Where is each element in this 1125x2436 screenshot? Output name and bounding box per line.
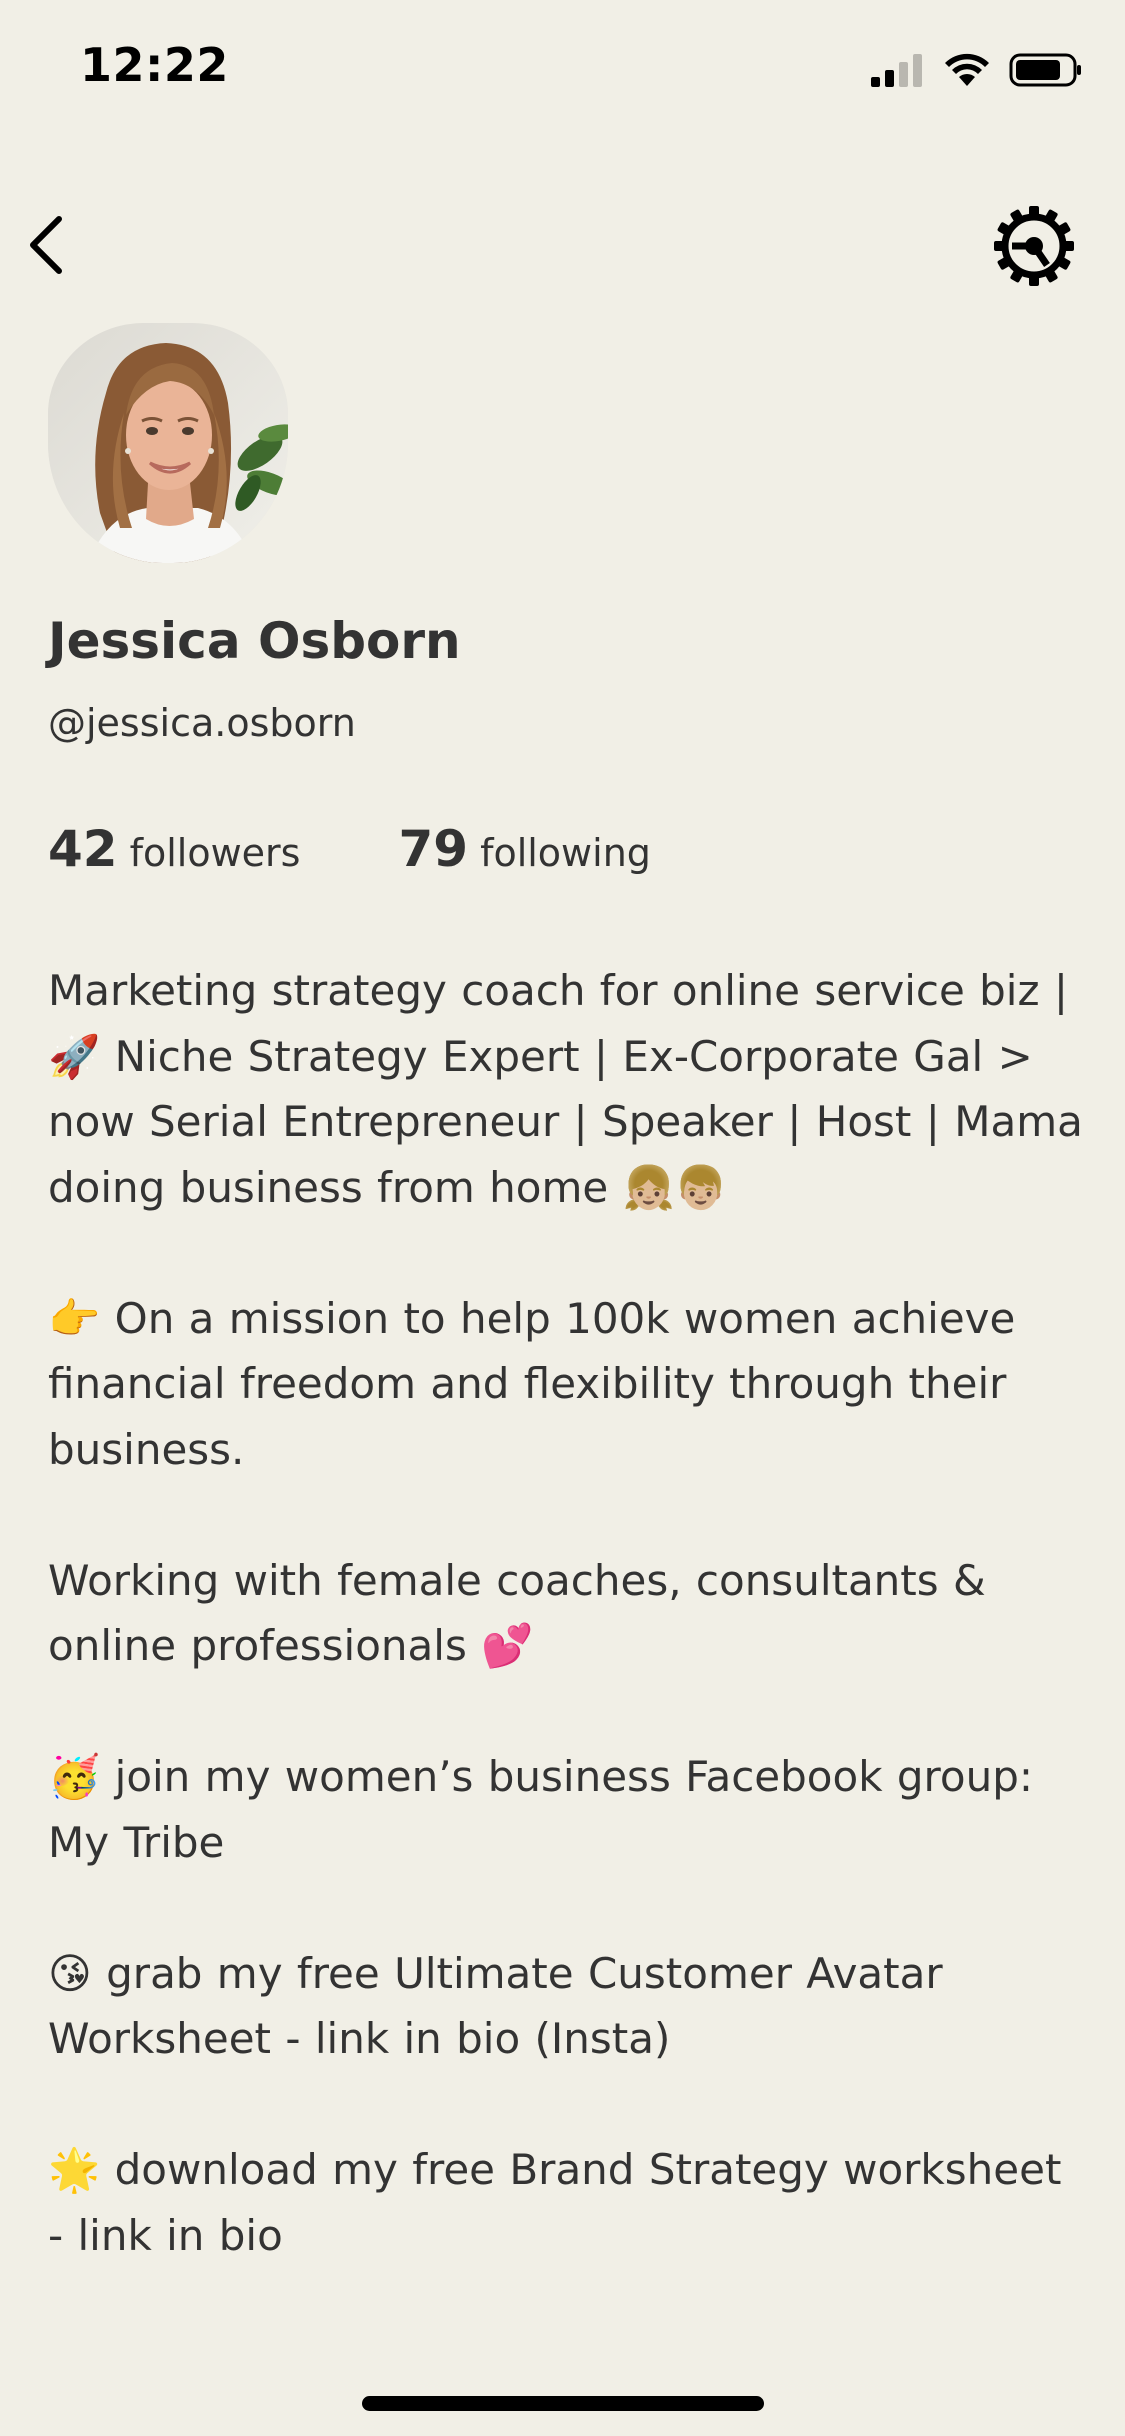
- cellular-signal-icon: [871, 54, 922, 87]
- status-bar: 12:22: [0, 0, 1125, 140]
- home-indicator[interactable]: [362, 2396, 764, 2411]
- profile-handle: @jessica.osborn: [48, 701, 356, 745]
- bio-paragraph: 👉 On a mission to help 100k women achiev…: [48, 1293, 1016, 1474]
- chevron-left-icon: [30, 216, 62, 274]
- status-icons: [871, 48, 1083, 92]
- avatar-photo: [48, 323, 288, 563]
- gear-icon: [994, 206, 1074, 286]
- following-link[interactable]: 79 following: [398, 820, 650, 878]
- settings-button[interactable]: [993, 205, 1075, 287]
- battery-icon: [1009, 53, 1081, 87]
- following-count: 79: [398, 820, 469, 878]
- profile-stats: 42 followers 79 following: [48, 820, 651, 878]
- following-label: following: [480, 831, 651, 875]
- followers-link[interactable]: 42 followers: [48, 820, 300, 878]
- status-time: 12:22: [80, 38, 229, 92]
- back-button[interactable]: [18, 210, 74, 280]
- bio-paragraph: Working with female coaches, consultants…: [48, 1555, 986, 1671]
- profile-bio: Marketing strategy coach for online serv…: [48, 958, 1088, 2334]
- wifi-icon: [945, 53, 989, 86]
- bio-paragraph: Marketing strategy coach for online serv…: [48, 966, 1083, 1212]
- profile-name: Jessica Osborn: [48, 612, 461, 670]
- followers-count: 42: [48, 820, 118, 878]
- bio-paragraph: 🥳 join my women’s business Facebook grou…: [48, 1752, 1034, 1867]
- followers-label: followers: [129, 831, 301, 875]
- bio-paragraph: 😘 grab my free Ultimate Customer Avatar …: [48, 1948, 943, 2064]
- avatar[interactable]: [48, 323, 288, 563]
- bio-paragraph: 🌟 download my free Brand Strategy worksh…: [48, 2145, 1062, 2260]
